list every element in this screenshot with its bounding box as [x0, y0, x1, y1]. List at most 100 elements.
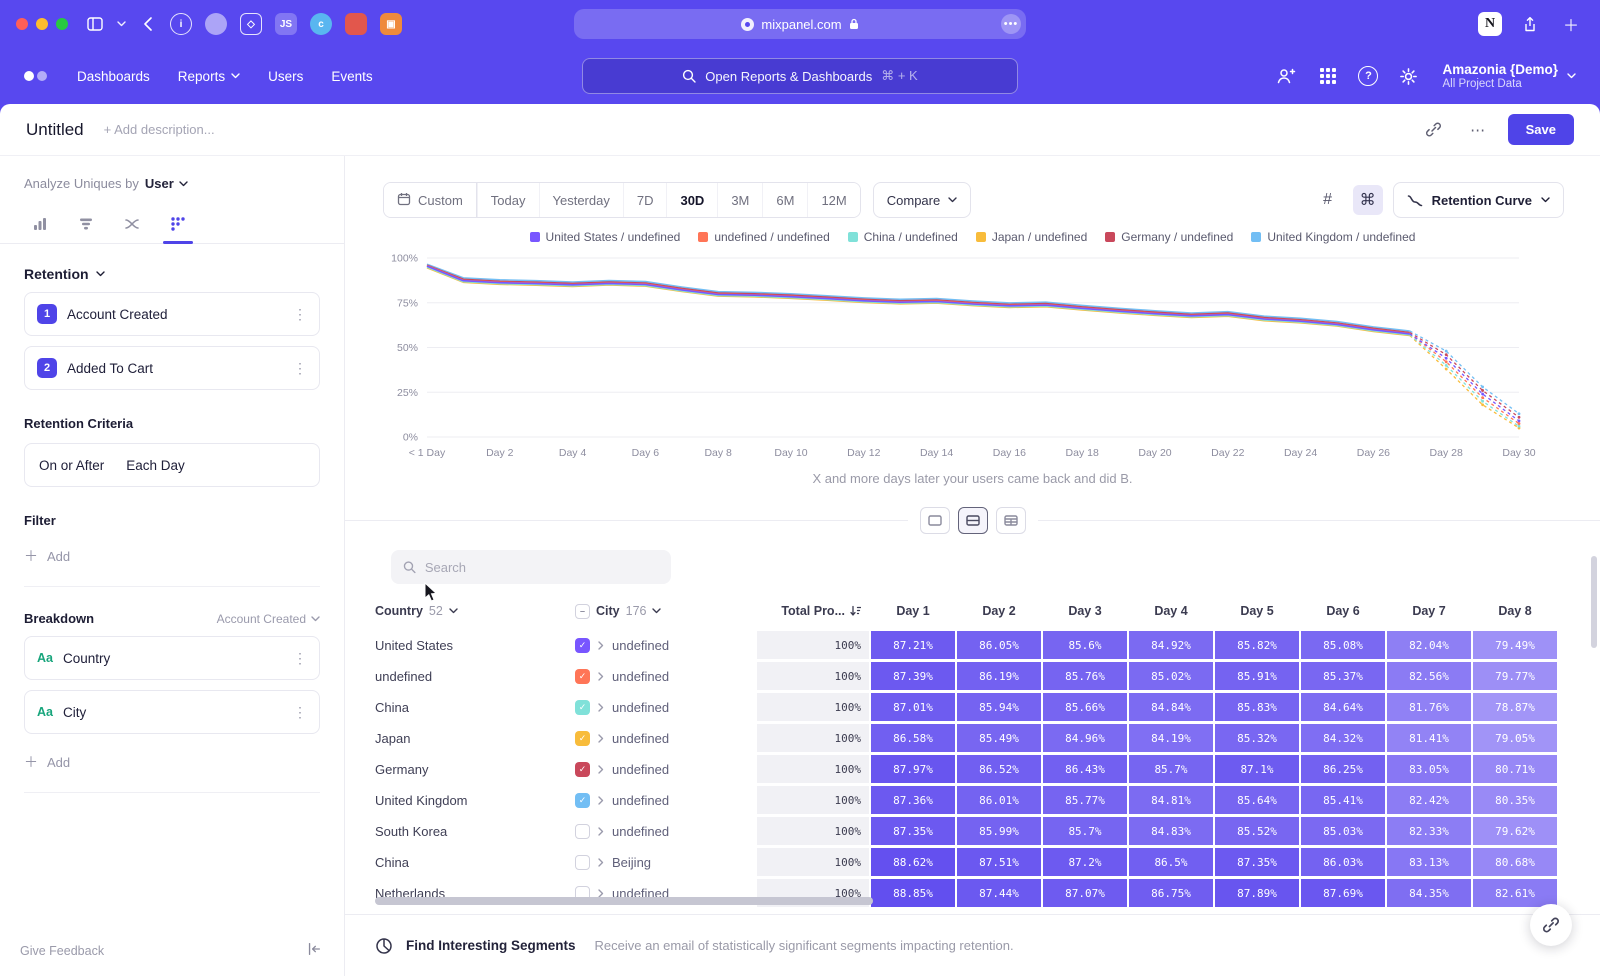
breakdown-menu-icon[interactable]: ⋮	[293, 704, 307, 721]
retention-cell[interactable]: 86.25%	[1301, 755, 1385, 783]
range-30d[interactable]: 30D	[666, 183, 717, 217]
breakdown-menu-icon[interactable]: ⋮	[293, 650, 307, 667]
mixpanel-logo[interactable]	[24, 71, 47, 81]
dot-extension-icon[interactable]	[205, 13, 227, 35]
retention-cell[interactable]: 84.32%	[1301, 724, 1385, 752]
range-3m[interactable]: 3M	[717, 183, 762, 217]
tab-insights[interactable]	[18, 205, 62, 243]
table-row[interactable]: China✓undefined100%87.01%85.94%85.66%84.…	[375, 693, 1570, 721]
report-title[interactable]: Untitled	[26, 120, 84, 140]
gear-icon[interactable]	[1396, 64, 1420, 88]
retention-cell[interactable]: 80.71%	[1473, 755, 1557, 783]
retention-cell[interactable]: 87.97%	[871, 755, 955, 783]
retention-cell[interactable]: 87.2%	[1043, 848, 1127, 876]
retention-cell[interactable]: 82.42%	[1387, 786, 1471, 814]
retention-cell[interactable]: 85.02%	[1129, 662, 1213, 690]
table-row[interactable]: Germany✓undefined100%87.97%86.52%86.43%8…	[375, 755, 1570, 783]
footer-title[interactable]: Find Interesting Segments	[406, 938, 576, 953]
range-12m[interactable]: 12M	[807, 183, 859, 217]
copy-link-icon[interactable]	[1420, 116, 1448, 144]
scrollbar-thumb[interactable]	[375, 897, 873, 905]
breakdown-context-dropdown[interactable]: Account Created	[217, 612, 320, 626]
notion-icon[interactable]: N	[1478, 12, 1502, 36]
day-column-header[interactable]: Day 6	[1301, 604, 1385, 618]
horizontal-scrollbar[interactable]	[375, 897, 1567, 905]
expand-row-icon[interactable]	[598, 827, 604, 836]
retention-cell[interactable]: 86.01%	[957, 786, 1041, 814]
apps-grid-icon[interactable]	[1316, 64, 1340, 88]
step-menu-icon[interactable]: ⋮	[293, 306, 307, 323]
save-button[interactable]: Save	[1508, 114, 1574, 145]
retention-cell[interactable]: 85.7%	[1129, 755, 1213, 783]
expand-row-icon[interactable]	[598, 641, 604, 650]
retention-cell[interactable]: 82.56%	[1387, 662, 1471, 690]
breakdown-city[interactable]: AaCity⋮	[24, 690, 320, 734]
day-column-header[interactable]: Day 7	[1387, 604, 1471, 618]
row-checkbox[interactable]: ✓	[575, 762, 590, 777]
share-icon[interactable]	[1517, 11, 1543, 37]
nav-item-dashboards[interactable]: Dashboards	[77, 69, 150, 84]
project-switcher[interactable]: Amazonia {Demo} All Project Data	[1442, 62, 1576, 91]
retention-cell[interactable]: 85.32%	[1215, 724, 1299, 752]
retention-cell[interactable]: 87.21%	[871, 631, 955, 659]
retention-cell[interactable]: 86.52%	[957, 755, 1041, 783]
row-checkbox[interactable]: ✓	[575, 669, 590, 684]
expand-row-icon[interactable]	[598, 765, 604, 774]
c-extension-icon[interactable]: c	[310, 13, 332, 35]
retention-cell[interactable]: 85.08%	[1301, 631, 1385, 659]
retention-cell[interactable]: 87.35%	[1215, 848, 1299, 876]
row-checkbox[interactable]: ✓	[575, 731, 590, 746]
retention-cell[interactable]: 79.05%	[1473, 724, 1557, 752]
retention-cell[interactable]: 86.5%	[1129, 848, 1213, 876]
day-column-header[interactable]: Day 3	[1043, 604, 1127, 618]
retention-cell[interactable]: 87.35%	[871, 817, 955, 845]
js-extension-icon[interactable]: JS	[275, 13, 297, 35]
vertical-scrollbar[interactable]	[1591, 556, 1597, 648]
chart-type-dropdown[interactable]: Retention Curve	[1393, 182, 1564, 218]
retention-cell[interactable]: 85.6%	[1043, 631, 1127, 659]
total-column-header[interactable]: Total Pro...	[757, 604, 869, 618]
sidebar-toggle-icon[interactable]	[82, 11, 108, 37]
retention-cell[interactable]: 87.39%	[871, 662, 955, 690]
retention-cell[interactable]: 88.62%	[871, 848, 955, 876]
retention-cell[interactable]: 85.66%	[1043, 693, 1127, 721]
retention-cell[interactable]: 85.91%	[1215, 662, 1299, 690]
nav-item-users[interactable]: Users	[268, 69, 303, 84]
url-bar[interactable]: mixpanel.com •••	[574, 9, 1026, 39]
tab-retention[interactable]	[156, 205, 200, 243]
zoom-button[interactable]	[56, 18, 68, 30]
collapse-sidebar-icon[interactable]	[306, 941, 322, 960]
range-6m[interactable]: 6M	[762, 183, 807, 217]
country-column-header[interactable]: Country 52	[375, 604, 573, 618]
row-checkbox[interactable]	[575, 824, 590, 839]
day-column-header[interactable]: Day 4	[1129, 604, 1213, 618]
retention-cell[interactable]: 86.58%	[871, 724, 955, 752]
table-view-button[interactable]	[996, 507, 1026, 534]
criteria-mode-dropdown[interactable]: On or After	[39, 458, 104, 473]
retention-cell[interactable]: 84.92%	[1129, 631, 1213, 659]
range-7d[interactable]: 7D	[623, 183, 667, 217]
retention-cell[interactable]: 84.83%	[1129, 817, 1213, 845]
retention-cell[interactable]: 85.82%	[1215, 631, 1299, 659]
share-link-button[interactable]	[1530, 904, 1572, 946]
retention-section-header[interactable]: Retention	[24, 266, 320, 282]
retention-cell[interactable]: 86.19%	[957, 662, 1041, 690]
retention-cell[interactable]: 85.83%	[1215, 693, 1299, 721]
nav-item-events[interactable]: Events	[331, 69, 372, 84]
info-extension-icon[interactable]: i	[170, 13, 192, 35]
retention-cell[interactable]: 84.81%	[1129, 786, 1213, 814]
row-checkbox[interactable]	[575, 855, 590, 870]
retention-cell[interactable]: 85.41%	[1301, 786, 1385, 814]
red-extension-icon[interactable]	[345, 13, 367, 35]
split-view-button[interactable]	[958, 507, 988, 534]
retention-cell[interactable]: 87.51%	[957, 848, 1041, 876]
retention-cell[interactable]: 82.33%	[1387, 817, 1471, 845]
retention-cell[interactable]: 87.01%	[871, 693, 955, 721]
expand-row-icon[interactable]	[598, 703, 604, 712]
url-more-icon[interactable]: •••	[1001, 14, 1021, 34]
tab-funnels[interactable]	[64, 205, 108, 243]
select-all-checkbox[interactable]: –	[575, 604, 590, 619]
retention-step-2[interactable]: 2Added To Cart⋮	[24, 346, 320, 390]
add-breakdown-button[interactable]: ＋ Add	[24, 752, 320, 772]
day-column-header[interactable]: Day 5	[1215, 604, 1299, 618]
